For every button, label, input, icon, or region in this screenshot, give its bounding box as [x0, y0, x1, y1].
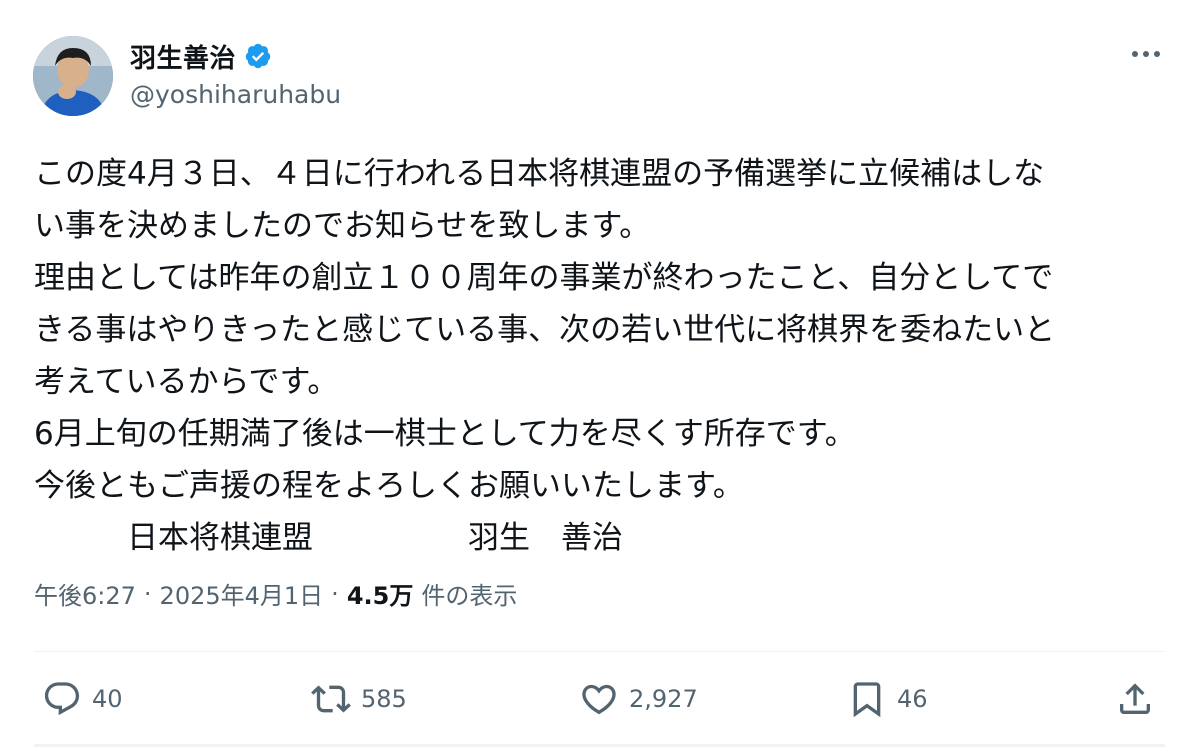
share-upload-icon	[1120, 683, 1150, 714]
verified-badge-icon[interactable]	[244, 42, 272, 70]
views-count[interactable]: 4.5万	[347, 576, 414, 611]
author-handle[interactable]: @yoshiharuhabu	[130, 80, 341, 109]
bookmark-count: 46	[897, 685, 928, 713]
tweet-line: 理由としては昨年の創立１００周年の事業が終わったこと、自分としてで	[34, 260, 1054, 296]
bookmark-button[interactable]: 46	[847, 677, 928, 721]
tweet-line: 今後ともご声援の程をよろしくお願いいたします。	[34, 468, 744, 504]
views-label[interactable]: 件の表示	[421, 576, 517, 611]
bookmark-icon	[853, 682, 881, 718]
reply-button[interactable]: 40	[42, 677, 123, 721]
bottom-border	[34, 744, 1165, 747]
like-button[interactable]: 2,927	[579, 677, 698, 721]
tweet-line: い事を決めましたのでお知らせを致します。	[34, 208, 651, 244]
tweet-text: この度4月３日、４日に行われる日本将棋連盟の予備選挙に立候補はしな い事を決めま…	[34, 148, 1164, 564]
tweet-line: この度4月３日、４日に行われる日本将棋連盟の予備選挙に立候補はしな	[34, 156, 1045, 192]
avatar-image	[33, 36, 113, 116]
repost-button[interactable]: 585	[311, 677, 407, 721]
heart-icon	[582, 684, 616, 715]
display-name[interactable]: 羽生善治	[130, 38, 236, 75]
tweet-line: 6月上旬の任期満了後は一棋士として力を尽くす所存です。	[34, 416, 856, 452]
divider	[34, 651, 1165, 652]
more-horizontal-icon[interactable]	[1128, 40, 1164, 68]
reply-count: 40	[92, 685, 123, 713]
meta-separator: ·	[143, 579, 152, 608]
like-count: 2,927	[629, 685, 698, 713]
tweet-card: 羽生善治 @yoshiharuhabu この度4月３日、４日に行われる日本将棋連…	[0, 0, 1197, 751]
repost-arrows-icon	[311, 685, 351, 713]
tweet-meta: 午後6:27 · 2025年4月1日 · 4.5万 件の表示	[34, 576, 517, 611]
repost-count: 585	[361, 685, 407, 713]
share-button[interactable]	[1115, 677, 1155, 721]
tweet-date[interactable]: 2025年4月1日	[160, 576, 324, 611]
meta-separator: ·	[331, 579, 339, 608]
tweet-time[interactable]: 午後6:27	[34, 576, 136, 611]
tweet-line: 考えているからです。	[34, 364, 339, 400]
tweet-line: きる事はやりきったと感じている事、次の若い世代に将棋界を委ねたいと	[34, 312, 1056, 348]
avatar[interactable]	[33, 36, 113, 116]
author-name-row[interactable]: 羽生善治	[130, 38, 272, 74]
speech-bubble-icon	[44, 682, 80, 716]
tweet-line: 日本将棋連盟 羽生 善治	[34, 520, 623, 556]
